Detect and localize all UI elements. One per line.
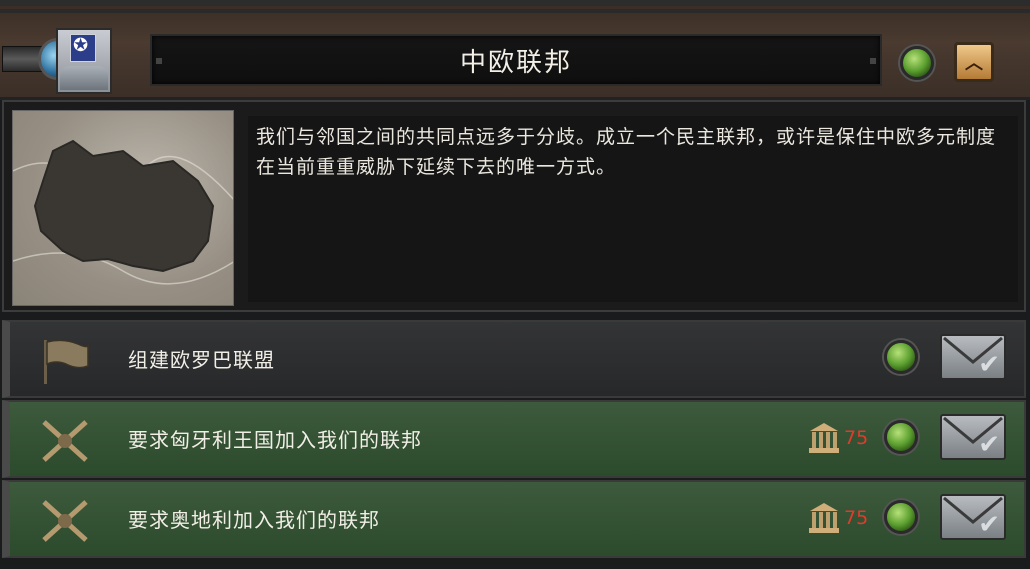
- flag-icon: [44, 339, 89, 384]
- crossed-rifles-icon: [42, 500, 88, 542]
- header-trim: [0, 9, 1030, 13]
- description-text: 我们与邻国之间的共同点远多于分歧。成立一个民主联邦，或许是保住中欧多元制度在当前…: [248, 116, 1018, 302]
- crossed-rifles-icon: [42, 420, 88, 462]
- title-bar: 中欧联邦: [150, 34, 882, 86]
- checkmark-icon: ✔: [978, 350, 1000, 380]
- description-panel: 我们与邻国之间的共同点远多于分歧。成立一个民主联邦，或许是保住中欧多元制度在当前…: [2, 100, 1026, 312]
- decision-cost: 75: [808, 418, 884, 458]
- send-decision-button[interactable]: ✔: [940, 334, 1006, 380]
- cost-value: 75: [844, 427, 869, 449]
- category-header: ✪ 中欧联邦 ︿: [0, 0, 1030, 100]
- chevron-up-icon: ︿: [965, 53, 983, 74]
- political-power-icon: [809, 503, 839, 533]
- decision-row[interactable]: 要求匈牙利王国加入我们的联邦 75 ✔: [2, 400, 1026, 478]
- decision-status-indicator: [884, 420, 918, 454]
- decision-label: 组建欧罗巴联盟: [128, 348, 275, 372]
- map-region-image: [13, 139, 233, 285]
- decision-status-indicator: [884, 500, 918, 534]
- decision-status-indicator: [884, 340, 918, 374]
- send-decision-button[interactable]: ✔: [940, 414, 1006, 460]
- category-emblem: ✪: [2, 22, 114, 98]
- checkmark-icon: ✔: [978, 510, 1000, 540]
- title-bolt-left: [156, 58, 162, 64]
- decision-label: 要求奥地利加入我们的联邦: [128, 508, 380, 532]
- federation-flag-icon: ✪: [56, 28, 112, 94]
- map-thumbnail: [12, 110, 234, 306]
- checkmark-icon: ✔: [978, 430, 1000, 460]
- category-status-indicator: [900, 46, 934, 80]
- decision-cost: 75: [808, 498, 884, 538]
- title-bolt-right: [870, 58, 876, 64]
- decision-label: 要求匈牙利王国加入我们的联邦: [128, 428, 422, 452]
- decision-row[interactable]: 要求奥地利加入我们的联邦 75 ✔: [2, 480, 1026, 558]
- category-title: 中欧联邦: [459, 47, 572, 78]
- crowd-silhouette: [60, 66, 108, 90]
- decision-row[interactable]: 组建欧罗巴联盟 ✔: [2, 320, 1026, 398]
- star-icon: ✪: [73, 35, 89, 56]
- cost-value: 75: [844, 507, 869, 529]
- collapse-button[interactable]: ︿: [954, 42, 994, 82]
- send-decision-button[interactable]: ✔: [940, 494, 1006, 540]
- political-power-icon: [809, 423, 839, 453]
